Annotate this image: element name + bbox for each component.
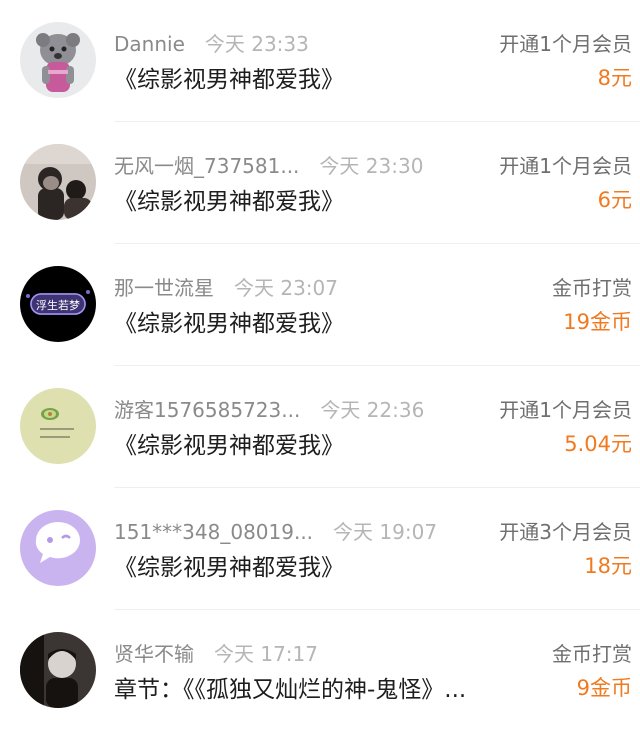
avatar[interactable] bbox=[20, 388, 96, 464]
book-title: 《综影视男神都爱我》 bbox=[114, 311, 344, 337]
list-item[interactable]: 浮生若梦 那一世流星 今天 23:07 《综影视男神都爱我》 金币打赏 19金币 bbox=[0, 244, 640, 366]
user-name: 那一世流星 bbox=[114, 276, 214, 300]
timestamp: 今天 23:07 bbox=[234, 276, 338, 300]
donation-list: Dannie 今天 23:33 《综影视男神都爱我》 开通1个月会员 8元 无风一… bbox=[0, 0, 640, 726]
transaction-type: 金币打赏 bbox=[552, 276, 632, 300]
user-name-line: 那一世流星 今天 23:07 bbox=[114, 272, 338, 301]
user-name-line: 游客1576585723... 今天 22:36 bbox=[114, 394, 424, 423]
transaction-type: 开通1个月会员 bbox=[499, 154, 632, 178]
avatar[interactable] bbox=[20, 144, 96, 220]
user-name-line: 无风一烟_737581... 今天 23:30 bbox=[114, 150, 423, 179]
transaction-type: 开通3个月会员 bbox=[499, 520, 632, 544]
user-name: 贤华不输 bbox=[114, 642, 194, 666]
book-title: 《综影视男神都爱我》 bbox=[114, 67, 344, 93]
user-name-line: 贤华不输 今天 17:17 bbox=[114, 638, 318, 667]
transaction-type: 开通1个月会员 bbox=[499, 398, 632, 422]
timestamp: 今天 23:30 bbox=[319, 154, 424, 178]
timestamp: 今天 19:07 bbox=[333, 520, 438, 544]
amount: 9金币 bbox=[576, 676, 632, 700]
user-name: 151***348_08019... bbox=[114, 520, 314, 544]
book-title: 《综影视男神都爱我》 bbox=[114, 555, 344, 581]
amount: 19金币 bbox=[563, 310, 632, 334]
user-name: Dannie bbox=[114, 32, 185, 56]
user-name: 游客1576585723... bbox=[114, 398, 301, 422]
avatar[interactable] bbox=[20, 22, 96, 98]
book-title: 《综影视男神都爱我》 bbox=[114, 189, 344, 215]
book-title: 章节：《《孤独又灿烂的神-鬼怪》... bbox=[114, 677, 467, 703]
book-title: 《综影视男神都爱我》 bbox=[114, 433, 344, 459]
timestamp: 今天 23:33 bbox=[204, 32, 309, 56]
amount: 18元 bbox=[584, 554, 632, 578]
list-item[interactable]: 151***348_08019... 今天 19:07 《综影视男神都爱我》 开通… bbox=[0, 488, 640, 610]
list-item[interactable]: 贤华不输 今天 17:17 章节：《《孤独又灿烂的神-鬼怪》... 金币打赏 9金… bbox=[0, 610, 640, 732]
timestamp: 今天 17:17 bbox=[214, 642, 318, 666]
list-item[interactable]: 无风一烟_737581... 今天 23:30 《综影视男神都爱我》 开通1个月会… bbox=[0, 122, 640, 244]
amount: 5.04元 bbox=[564, 432, 632, 456]
avatar[interactable] bbox=[20, 510, 96, 586]
amount: 6元 bbox=[597, 188, 632, 212]
transaction-type: 开通1个月会员 bbox=[499, 32, 632, 56]
avatar-badge-text: 浮生若梦 bbox=[36, 298, 80, 312]
list-item[interactable]: 游客1576585723... 今天 22:36 《综影视男神都爱我》 开通1个月… bbox=[0, 366, 640, 488]
user-name: 无风一烟_737581... bbox=[114, 154, 300, 178]
timestamp: 今天 22:36 bbox=[320, 398, 425, 422]
transaction-type: 金币打赏 bbox=[552, 642, 632, 666]
list-item[interactable]: Dannie 今天 23:33 《综影视男神都爱我》 开通1个月会员 8元 bbox=[0, 0, 640, 122]
user-name-line: 151***348_08019... 今天 19:07 bbox=[114, 516, 437, 545]
avatar[interactable]: 浮生若梦 bbox=[20, 266, 96, 342]
user-name-line: Dannie 今天 23:33 bbox=[114, 28, 309, 57]
amount: 8元 bbox=[597, 66, 632, 90]
avatar[interactable] bbox=[20, 632, 96, 708]
